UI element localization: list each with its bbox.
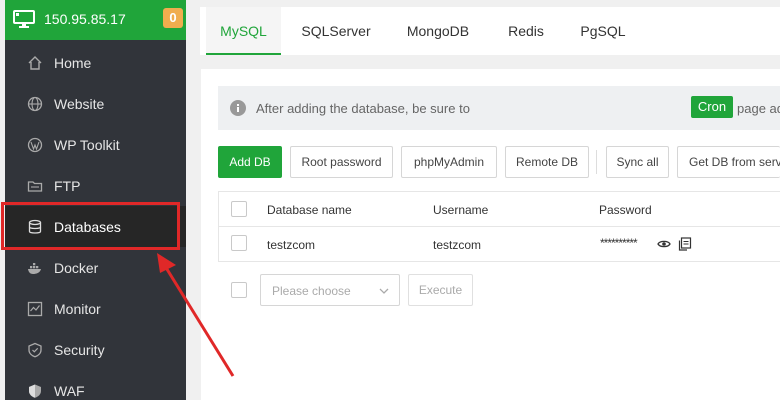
sidebar-item-security[interactable]: Security [5, 329, 186, 370]
batch-action-select[interactable]: Please choose [260, 274, 400, 306]
shield-icon [28, 342, 42, 357]
wordpress-icon [27, 137, 43, 152]
ftp-icon [27, 180, 43, 192]
password-cell: ********** [600, 236, 638, 250]
tab-redis[interactable]: Redis [498, 7, 554, 55]
sidebar-item-wp-toolkit[interactable]: WP Toolkit [5, 124, 186, 165]
notice-text: After adding the database, be sure to [256, 101, 470, 116]
sidebar-item-label: WAF [54, 382, 85, 399]
phpmyadmin-button[interactable]: phpMyAdmin [401, 146, 497, 178]
select-all-checkbox[interactable] [231, 201, 247, 217]
sidebar-item-docker[interactable]: Docker [5, 247, 186, 288]
add-db-button[interactable]: Add DB [218, 146, 282, 178]
tab-pgsql[interactable]: PgSQL [570, 7, 636, 55]
db-type-tabs: MySQL SQLServer MongoDB Redis PgSQL [200, 7, 780, 55]
home-icon [28, 55, 42, 70]
sidebar-item-ftp[interactable]: FTP [5, 165, 186, 206]
sidebar-item-label: Docker [54, 259, 99, 276]
tab-mongodb[interactable]: MongoDB [394, 7, 482, 55]
copy-icon[interactable] [678, 237, 692, 251]
tab-mysql[interactable]: MySQL [206, 7, 281, 55]
execute-button[interactable]: Execute [408, 274, 473, 306]
sidebar-item-label: WP Toolkit [54, 136, 120, 153]
sidebar-item-website[interactable]: Website [5, 83, 186, 124]
row-checkbox[interactable] [231, 235, 247, 251]
database-table: Database name Username Password testzcom… [218, 191, 780, 262]
sidebar-item-monitor[interactable]: Monitor [5, 288, 186, 329]
monitor-icon [13, 10, 35, 28]
sidebar: 150.95.85.17 0 Home Website WP Toolkit F… [5, 0, 186, 400]
sync-all-button[interactable]: Sync all [606, 146, 669, 178]
sidebar-item-home[interactable]: Home [5, 42, 186, 83]
info-icon [230, 100, 246, 116]
docker-icon [28, 262, 41, 274]
database-name-cell: testzcom [267, 238, 316, 252]
username-cell: testzcom [433, 238, 482, 252]
server-ip: 150.95.85.17 [44, 11, 126, 27]
toolbar-divider [596, 150, 597, 174]
batch-select-checkbox[interactable] [231, 282, 247, 298]
sidebar-item-label: Security [54, 341, 105, 358]
chevron-down-icon [379, 288, 389, 294]
column-header-username: Username [433, 203, 489, 217]
tab-sqlserver[interactable]: SQLServer [293, 7, 379, 55]
notice-text-continued: page adds scheduled backup tasks to ensu… [737, 101, 780, 116]
notification-badge[interactable]: 0 [163, 8, 183, 28]
sidebar-item-label: FTP [54, 177, 81, 194]
root-password-button[interactable]: Root password [290, 146, 393, 178]
waf-shield-icon [29, 384, 41, 398]
sidebar-item-label: Website [54, 95, 105, 112]
monitor-chart-icon [27, 301, 43, 316]
databases-highlight-box [1, 202, 180, 250]
select-placeholder: Please choose [272, 284, 351, 298]
sidebar-item-label: Home [54, 54, 92, 71]
column-header-password: Password [599, 203, 652, 217]
table-header: Database name Username Password [219, 192, 780, 227]
column-header-database-name: Database name [267, 203, 352, 217]
server-header[interactable]: 150.95.85.17 0 [5, 0, 186, 40]
eye-icon[interactable] [657, 237, 671, 251]
sidebar-item-waf[interactable]: WAF [5, 370, 186, 400]
sidebar-item-label: Monitor [54, 300, 101, 317]
get-db-from-server-button[interactable]: Get DB from serv [677, 146, 780, 178]
cron-link[interactable]: Cron [691, 96, 733, 118]
backup-notice: After adding the database, be sure to Cr… [218, 86, 780, 130]
globe-icon [27, 96, 43, 111]
remote-db-button[interactable]: Remote DB [505, 146, 589, 178]
